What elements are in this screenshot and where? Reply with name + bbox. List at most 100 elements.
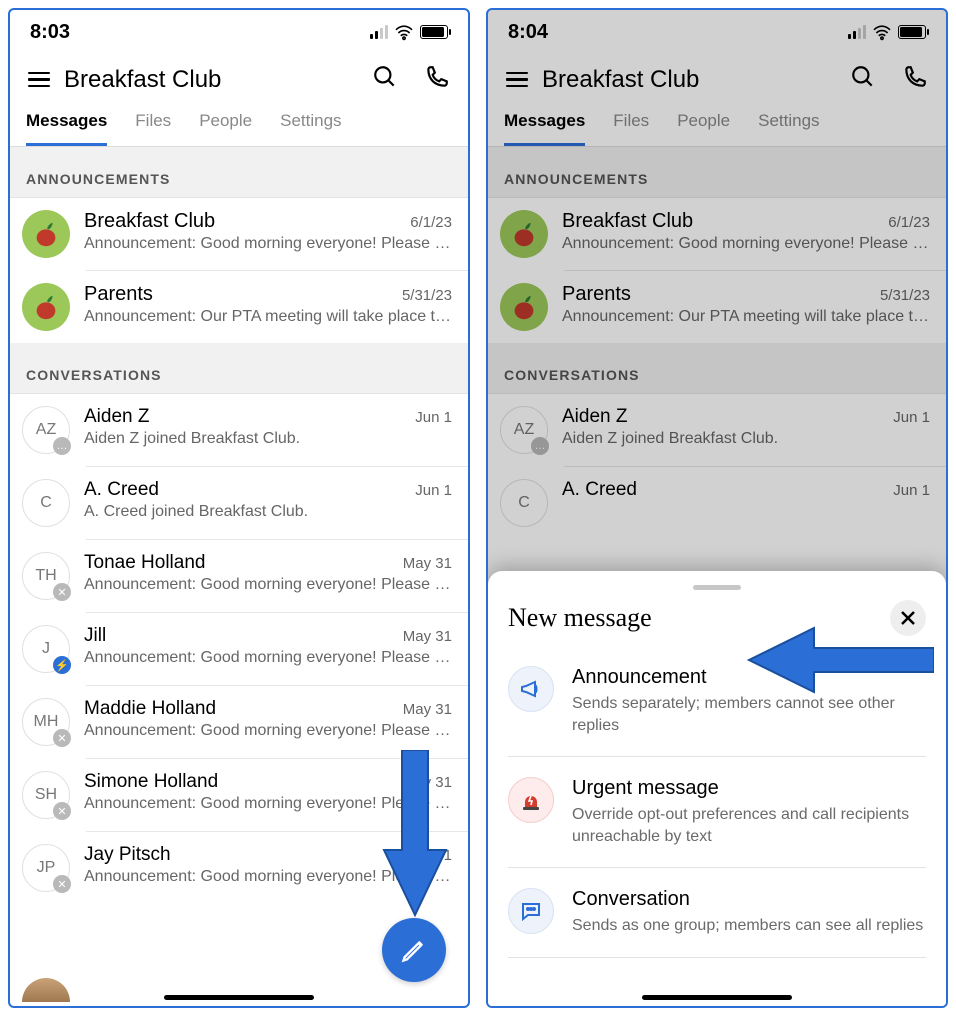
row-snippet: Aiden Z joined Breakfast Club. [84, 430, 452, 448]
avatar: TH ✕ [22, 552, 70, 600]
tab-people[interactable]: People [677, 111, 730, 146]
row-title: A. Creed [84, 479, 159, 501]
row-snippet: Announcement: Our PTA meeting will take … [84, 308, 452, 326]
tab-settings[interactable]: Settings [758, 111, 819, 146]
section-header-announcements: ANNOUNCEMENTS [488, 147, 946, 198]
announcement-row[interactable]: Breakfast Club 6/1/23 Announcement: Good… [10, 198, 468, 270]
row-date: 6/1/23 [410, 214, 452, 231]
apple-avatar-icon [500, 210, 548, 258]
phone-icon[interactable] [424, 64, 450, 95]
cellular-icon [848, 25, 866, 39]
row-title: Tonae Holland [84, 552, 205, 574]
search-icon[interactable] [850, 64, 876, 95]
conversation-row[interactable]: TH ✕ Tonae Holland May 31 Announcement: … [86, 539, 468, 612]
status-time: 8:03 [30, 21, 70, 44]
apple-avatar-icon [22, 210, 70, 258]
section-header-conversations: CONVERSATIONS [10, 343, 468, 394]
menu-icon[interactable] [506, 72, 528, 88]
row-date: Jun 1 [893, 409, 930, 426]
conversation-row[interactable]: C A. Creed Jun 1 A. Creed joined Breakfa… [86, 466, 468, 539]
conversation-row[interactable]: MH ✕ Maddie Holland May 31 Announcement:… [86, 685, 468, 758]
status-icons [848, 24, 926, 40]
status-bar: 8:03 [10, 10, 468, 54]
avatar-initials: C [40, 494, 52, 512]
row-date: May 31 [403, 628, 452, 645]
row-date: 5/31/23 [402, 287, 452, 304]
row-snippet: Announcement: Good morning everyone! Ple… [562, 235, 930, 253]
announcement-row[interactable]: Parents 5/31/23 Announcement: Our PTA me… [564, 270, 946, 343]
conversation-row[interactable]: AZ … Aiden Z Jun 1 Aiden Z joined Breakf… [488, 394, 946, 466]
pencil-icon [400, 936, 428, 964]
row-title: Jill [84, 625, 106, 647]
row-date: 6/1/23 [888, 214, 930, 231]
battery-icon [420, 25, 448, 39]
tab-messages[interactable]: Messages [26, 111, 107, 146]
avatar: SH ✕ [22, 771, 70, 819]
tab-files[interactable]: Files [613, 111, 649, 146]
row-date: 5/31/23 [880, 287, 930, 304]
row-snippet: Announcement: Good morning everyone! Ple… [84, 235, 452, 253]
dots-badge-icon: … [53, 437, 71, 455]
tab-settings[interactable]: Settings [280, 111, 341, 146]
chat-icon [508, 888, 554, 934]
row-date: May 31 [403, 555, 452, 572]
row-date: May 31 [403, 701, 452, 718]
apple-avatar-icon [22, 283, 70, 331]
announcement-row[interactable]: Parents 5/31/23 Announcement: Our PTA me… [86, 270, 468, 343]
conversation-row[interactable]: C A. Creed Jun 1 [564, 466, 946, 539]
avatar: C [22, 479, 70, 527]
tab-messages[interactable]: Messages [504, 111, 585, 146]
avatar: MH ✕ [22, 698, 70, 746]
row-title: Parents [84, 283, 153, 306]
row-title: Breakfast Club [562, 210, 693, 233]
menu-icon[interactable] [28, 72, 50, 88]
apple-avatar-icon [500, 283, 548, 331]
row-title: Parents [562, 283, 631, 306]
status-icons [370, 24, 448, 40]
x-badge-icon: ✕ [53, 729, 71, 747]
wifi-icon [872, 24, 892, 40]
avatar-initials: JP [37, 859, 56, 877]
sheet-grab-handle[interactable] [693, 585, 741, 590]
avatar-initials: AZ [514, 421, 534, 439]
avatar-initials: TH [35, 567, 56, 585]
announcement-row[interactable]: Breakfast Club 6/1/23 Announcement: Good… [488, 198, 946, 270]
row-title: Breakfast Club [84, 210, 215, 233]
avatar: J ⚡ [22, 625, 70, 673]
avatar-initials: J [42, 640, 50, 658]
phone-icon[interactable] [902, 64, 928, 95]
avatar: AZ … [500, 406, 548, 454]
app-header: Breakfast Club [10, 54, 468, 111]
option-title: Urgent message [572, 777, 926, 800]
avatar: JP ✕ [22, 844, 70, 892]
compose-button[interactable] [382, 918, 446, 982]
conversation-row[interactable]: J ⚡ Jill May 31 Announcement: Good morni… [86, 612, 468, 685]
section-header-announcements: ANNOUNCEMENTS [10, 147, 468, 198]
option-urgent[interactable]: Urgent message Override opt-out preferen… [508, 757, 926, 868]
row-title: Maddie Holland [84, 698, 216, 720]
tab-people[interactable]: People [199, 111, 252, 146]
avatar-initials: MH [34, 713, 59, 731]
row-date: Jun 1 [415, 482, 452, 499]
search-icon[interactable] [372, 64, 398, 95]
battery-icon [898, 25, 926, 39]
tab-files[interactable]: Files [135, 111, 171, 146]
option-desc: Sends as one group; members can see all … [572, 915, 926, 937]
siren-icon [508, 777, 554, 823]
home-indicator[interactable] [642, 995, 792, 1000]
row-snippet: Announcement: Good morning everyone! Ple… [84, 576, 452, 594]
row-date: Jun 1 [415, 409, 452, 426]
option-conversation[interactable]: Conversation Sends as one group; members… [508, 868, 926, 958]
page-title: Breakfast Club [64, 66, 358, 94]
row-snippet: Aiden Z joined Breakfast Club. [562, 430, 930, 448]
annotation-arrow-down-icon [380, 750, 450, 925]
x-badge-icon: ✕ [53, 875, 71, 893]
conversation-row[interactable]: AZ … Aiden Z Jun 1 Aiden Z joined Breakf… [10, 394, 468, 466]
option-title: Conversation [572, 888, 926, 911]
home-indicator[interactable] [164, 995, 314, 1000]
wifi-icon [394, 24, 414, 40]
row-title: Aiden Z [562, 406, 627, 428]
left-screenshot: 8:03 Breakfast Club Messages Files Peopl… [8, 8, 470, 1008]
megaphone-icon [508, 666, 554, 712]
row-snippet: Announcement: Good morning everyone! Ple… [84, 649, 452, 667]
